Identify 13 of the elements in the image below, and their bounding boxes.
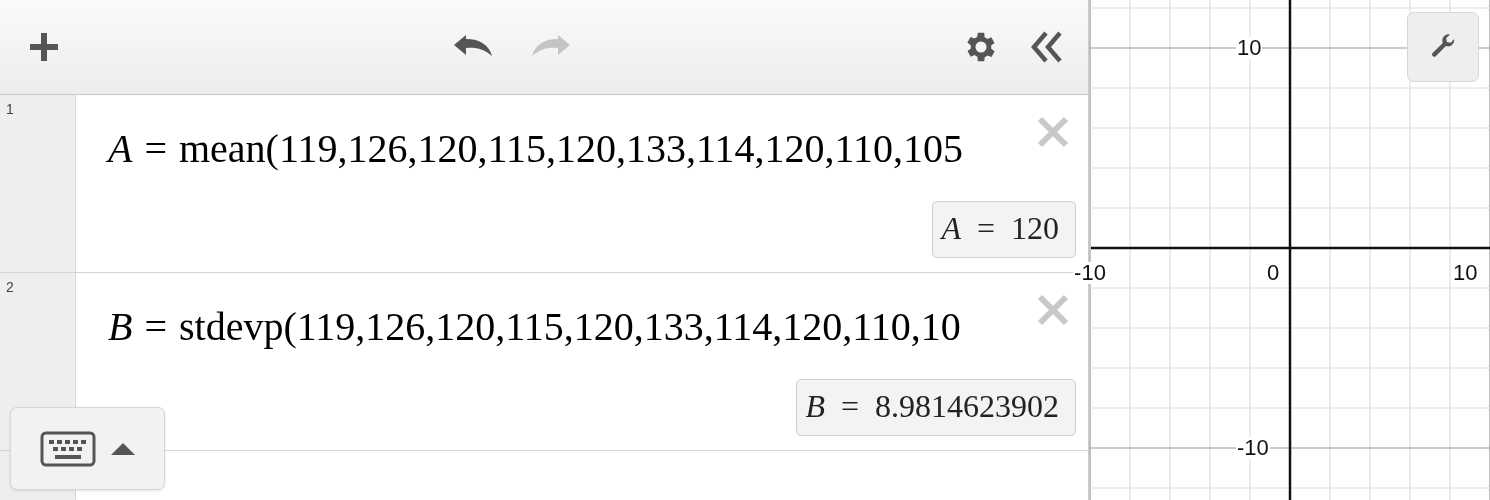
expression-number: 2 <box>5 278 15 295</box>
keyboard-button[interactable] <box>10 407 165 490</box>
keyboard-icon <box>39 430 96 467</box>
caret-icon <box>109 441 136 456</box>
axis-tick-label: -10 <box>1236 437 1270 459</box>
axis-tick-label: 10 <box>1236 37 1263 59</box>
result-value: A = 120 <box>932 201 1076 258</box>
expression-input[interactable]: A = mean(119,126,120,115,120,133,114,120,110,105 <box>108 123 963 175</box>
expression-number: 1 <box>5 100 15 117</box>
axis-tick-label: -10 <box>1073 262 1107 284</box>
expression-input[interactable]: B = stdevp(119,126,120,115,120,133,114,120,110,10 <box>108 301 961 353</box>
graph-settings-button[interactable] <box>1407 12 1479 82</box>
result-value: B = 8.9814623902 <box>796 379 1076 436</box>
